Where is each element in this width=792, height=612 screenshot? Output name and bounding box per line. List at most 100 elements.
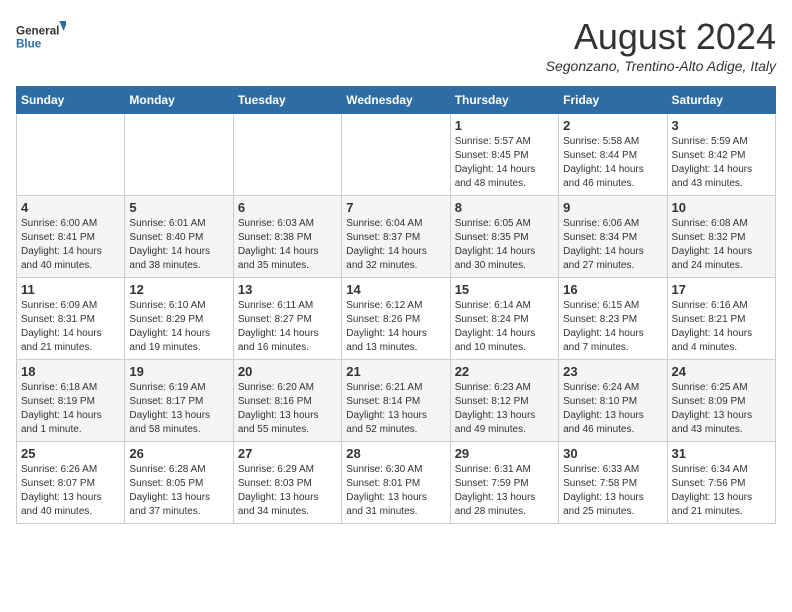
calendar-cell: 24Sunrise: 6:25 AM Sunset: 8:09 PM Dayli…	[667, 360, 775, 442]
calendar-cell: 15 Sunrise: 6:14 AM Sunset: 8:24 PM Dayli…	[450, 278, 558, 360]
day-number: 10	[672, 200, 771, 215]
day-number: 28	[346, 446, 445, 461]
calendar-cell: 30 Sunrise: 6:33 AM Sunset: 7:58 PM Dayli…	[559, 442, 667, 524]
day-info: Sunrise: 6:29 AM Sunset: 8:03 PM Dayligh…	[238, 463, 337, 519]
calendar-cell: 13 Sunrise: 6:11 AM Sunset: 8:27 PM Dayli…	[233, 278, 341, 360]
day-info: Sunrise: 6:08 AM Sunset: 8:32 PM Dayligh…	[672, 217, 771, 273]
calendar-cell: 27 Sunrise: 6:29 AM Sunset: 8:03 PM Dayli…	[233, 442, 341, 524]
calendar-cell: 16 Sunrise: 6:15 AM Sunset: 8:23 PM Dayli…	[559, 278, 667, 360]
day-number: 21	[346, 364, 445, 379]
calendar-cell	[233, 114, 341, 196]
day-number: 6	[238, 200, 337, 215]
day-info: Sunrise: 6:04 AM Sunset: 8:37 PM Dayligh…	[346, 217, 445, 273]
day-number: 4	[21, 200, 120, 215]
day-info: Sunrise: 6:11 AM Sunset: 8:27 PM Dayligh…	[238, 299, 337, 355]
day-info: Sunrise: 6:14 AM Sunset: 8:24 PM Dayligh…	[455, 299, 554, 355]
calendar-cell: 1Sunrise: 5:57 AM Sunset: 8:45 PM Daylig…	[450, 114, 558, 196]
day-number: 20	[238, 364, 337, 379]
day-number: 17	[672, 282, 771, 297]
day-number: 1	[455, 118, 554, 133]
calendar-cell: 4 Sunrise: 6:00 AM Sunset: 8:41 PM Daylig…	[17, 196, 125, 278]
calendar-week-2: 4 Sunrise: 6:00 AM Sunset: 8:41 PM Daylig…	[17, 196, 776, 278]
day-info: Sunrise: 5:59 AM Sunset: 8:42 PM Dayligh…	[672, 135, 771, 191]
calendar-week-5: 25Sunrise: 6:26 AM Sunset: 8:07 PM Dayli…	[17, 442, 776, 524]
calendar-cell: 31Sunrise: 6:34 AM Sunset: 7:56 PM Dayli…	[667, 442, 775, 524]
day-number: 26	[129, 446, 228, 461]
day-info: Sunrise: 6:28 AM Sunset: 8:05 PM Dayligh…	[129, 463, 228, 519]
day-info: Sunrise: 6:33 AM Sunset: 7:58 PM Dayligh…	[563, 463, 662, 519]
calendar-cell: 3 Sunrise: 5:59 AM Sunset: 8:42 PM Daylig…	[667, 114, 775, 196]
calendar-header-row: SundayMondayTuesdayWednesdayThursdayFrid…	[17, 87, 776, 114]
day-number: 7	[346, 200, 445, 215]
day-number: 15	[455, 282, 554, 297]
calendar-week-3: 11Sunrise: 6:09 AM Sunset: 8:31 PM Dayli…	[17, 278, 776, 360]
day-number: 13	[238, 282, 337, 297]
day-number: 14	[346, 282, 445, 297]
calendar-cell: 11Sunrise: 6:09 AM Sunset: 8:31 PM Dayli…	[17, 278, 125, 360]
svg-text:General: General	[16, 24, 59, 37]
calendar-cell	[125, 114, 233, 196]
calendar-body: 1Sunrise: 5:57 AM Sunset: 8:45 PM Daylig…	[17, 114, 776, 524]
day-number: 31	[672, 446, 771, 461]
day-number: 11	[21, 282, 120, 297]
calendar-cell: 26 Sunrise: 6:28 AM Sunset: 8:05 PM Dayli…	[125, 442, 233, 524]
calendar-cell: 28 Sunrise: 6:30 AM Sunset: 8:01 PM Dayli…	[342, 442, 450, 524]
day-info: Sunrise: 6:05 AM Sunset: 8:35 PM Dayligh…	[455, 217, 554, 273]
day-number: 29	[455, 446, 554, 461]
day-header-wednesday: Wednesday	[342, 87, 450, 114]
month-title: August 2024	[546, 16, 776, 58]
day-info: Sunrise: 6:15 AM Sunset: 8:23 PM Dayligh…	[563, 299, 662, 355]
calendar-cell	[17, 114, 125, 196]
day-info: Sunrise: 6:18 AM Sunset: 8:19 PM Dayligh…	[21, 381, 120, 437]
day-info: Sunrise: 6:26 AM Sunset: 8:07 PM Dayligh…	[21, 463, 120, 519]
day-header-monday: Monday	[125, 87, 233, 114]
subtitle: Segonzano, Trentino-Alto Adige, Italy	[546, 58, 776, 74]
day-header-sunday: Sunday	[17, 87, 125, 114]
svg-text:Blue: Blue	[16, 38, 42, 51]
day-info: Sunrise: 6:03 AM Sunset: 8:38 PM Dayligh…	[238, 217, 337, 273]
day-number: 27	[238, 446, 337, 461]
day-number: 9	[563, 200, 662, 215]
logo: General Blue	[16, 16, 66, 56]
day-header-tuesday: Tuesday	[233, 87, 341, 114]
day-info: Sunrise: 6:00 AM Sunset: 8:41 PM Dayligh…	[21, 217, 120, 273]
calendar-cell: 2Sunrise: 5:58 AM Sunset: 8:44 PM Daylig…	[559, 114, 667, 196]
day-number: 12	[129, 282, 228, 297]
calendar-cell: 14Sunrise: 6:12 AM Sunset: 8:26 PM Dayli…	[342, 278, 450, 360]
day-number: 30	[563, 446, 662, 461]
day-number: 23	[563, 364, 662, 379]
calendar-cell: 23Sunrise: 6:24 AM Sunset: 8:10 PM Dayli…	[559, 360, 667, 442]
day-number: 16	[563, 282, 662, 297]
day-info: Sunrise: 6:06 AM Sunset: 8:34 PM Dayligh…	[563, 217, 662, 273]
calendar-cell: 25Sunrise: 6:26 AM Sunset: 8:07 PM Dayli…	[17, 442, 125, 524]
day-info: Sunrise: 6:10 AM Sunset: 8:29 PM Dayligh…	[129, 299, 228, 355]
day-info: Sunrise: 6:23 AM Sunset: 8:12 PM Dayligh…	[455, 381, 554, 437]
calendar-cell: 18 Sunrise: 6:18 AM Sunset: 8:19 PM Dayli…	[17, 360, 125, 442]
day-info: Sunrise: 6:30 AM Sunset: 8:01 PM Dayligh…	[346, 463, 445, 519]
calendar-cell: 17 Sunrise: 6:16 AM Sunset: 8:21 PM Dayli…	[667, 278, 775, 360]
day-header-thursday: Thursday	[450, 87, 558, 114]
calendar-cell: 5Sunrise: 6:01 AM Sunset: 8:40 PM Daylig…	[125, 196, 233, 278]
day-info: Sunrise: 6:20 AM Sunset: 8:16 PM Dayligh…	[238, 381, 337, 437]
day-number: 2	[563, 118, 662, 133]
calendar-cell: 6 Sunrise: 6:03 AM Sunset: 8:38 PM Daylig…	[233, 196, 341, 278]
day-info: Sunrise: 6:16 AM Sunset: 8:21 PM Dayligh…	[672, 299, 771, 355]
calendar-week-1: 1Sunrise: 5:57 AM Sunset: 8:45 PM Daylig…	[17, 114, 776, 196]
calendar-cell: 20 Sunrise: 6:20 AM Sunset: 8:16 PM Dayli…	[233, 360, 341, 442]
logo-svg: General Blue	[16, 16, 66, 56]
calendar-week-4: 18 Sunrise: 6:18 AM Sunset: 8:19 PM Dayli…	[17, 360, 776, 442]
day-info: Sunrise: 6:21 AM Sunset: 8:14 PM Dayligh…	[346, 381, 445, 437]
calendar-cell: 10 Sunrise: 6:08 AM Sunset: 8:32 PM Dayli…	[667, 196, 775, 278]
title-area: August 2024 Segonzano, Trentino-Alto Adi…	[546, 16, 776, 74]
calendar-cell: 22 Sunrise: 6:23 AM Sunset: 8:12 PM Dayli…	[450, 360, 558, 442]
day-number: 3	[672, 118, 771, 133]
calendar-table: SundayMondayTuesdayWednesdayThursdayFrid…	[16, 86, 776, 524]
day-info: Sunrise: 6:01 AM Sunset: 8:40 PM Dayligh…	[129, 217, 228, 273]
day-info: Sunrise: 6:19 AM Sunset: 8:17 PM Dayligh…	[129, 381, 228, 437]
day-number: 22	[455, 364, 554, 379]
day-header-saturday: Saturday	[667, 87, 775, 114]
calendar-cell: 9 Sunrise: 6:06 AM Sunset: 8:34 PM Daylig…	[559, 196, 667, 278]
day-number: 19	[129, 364, 228, 379]
calendar-cell: 21 Sunrise: 6:21 AM Sunset: 8:14 PM Dayli…	[342, 360, 450, 442]
day-number: 18	[21, 364, 120, 379]
